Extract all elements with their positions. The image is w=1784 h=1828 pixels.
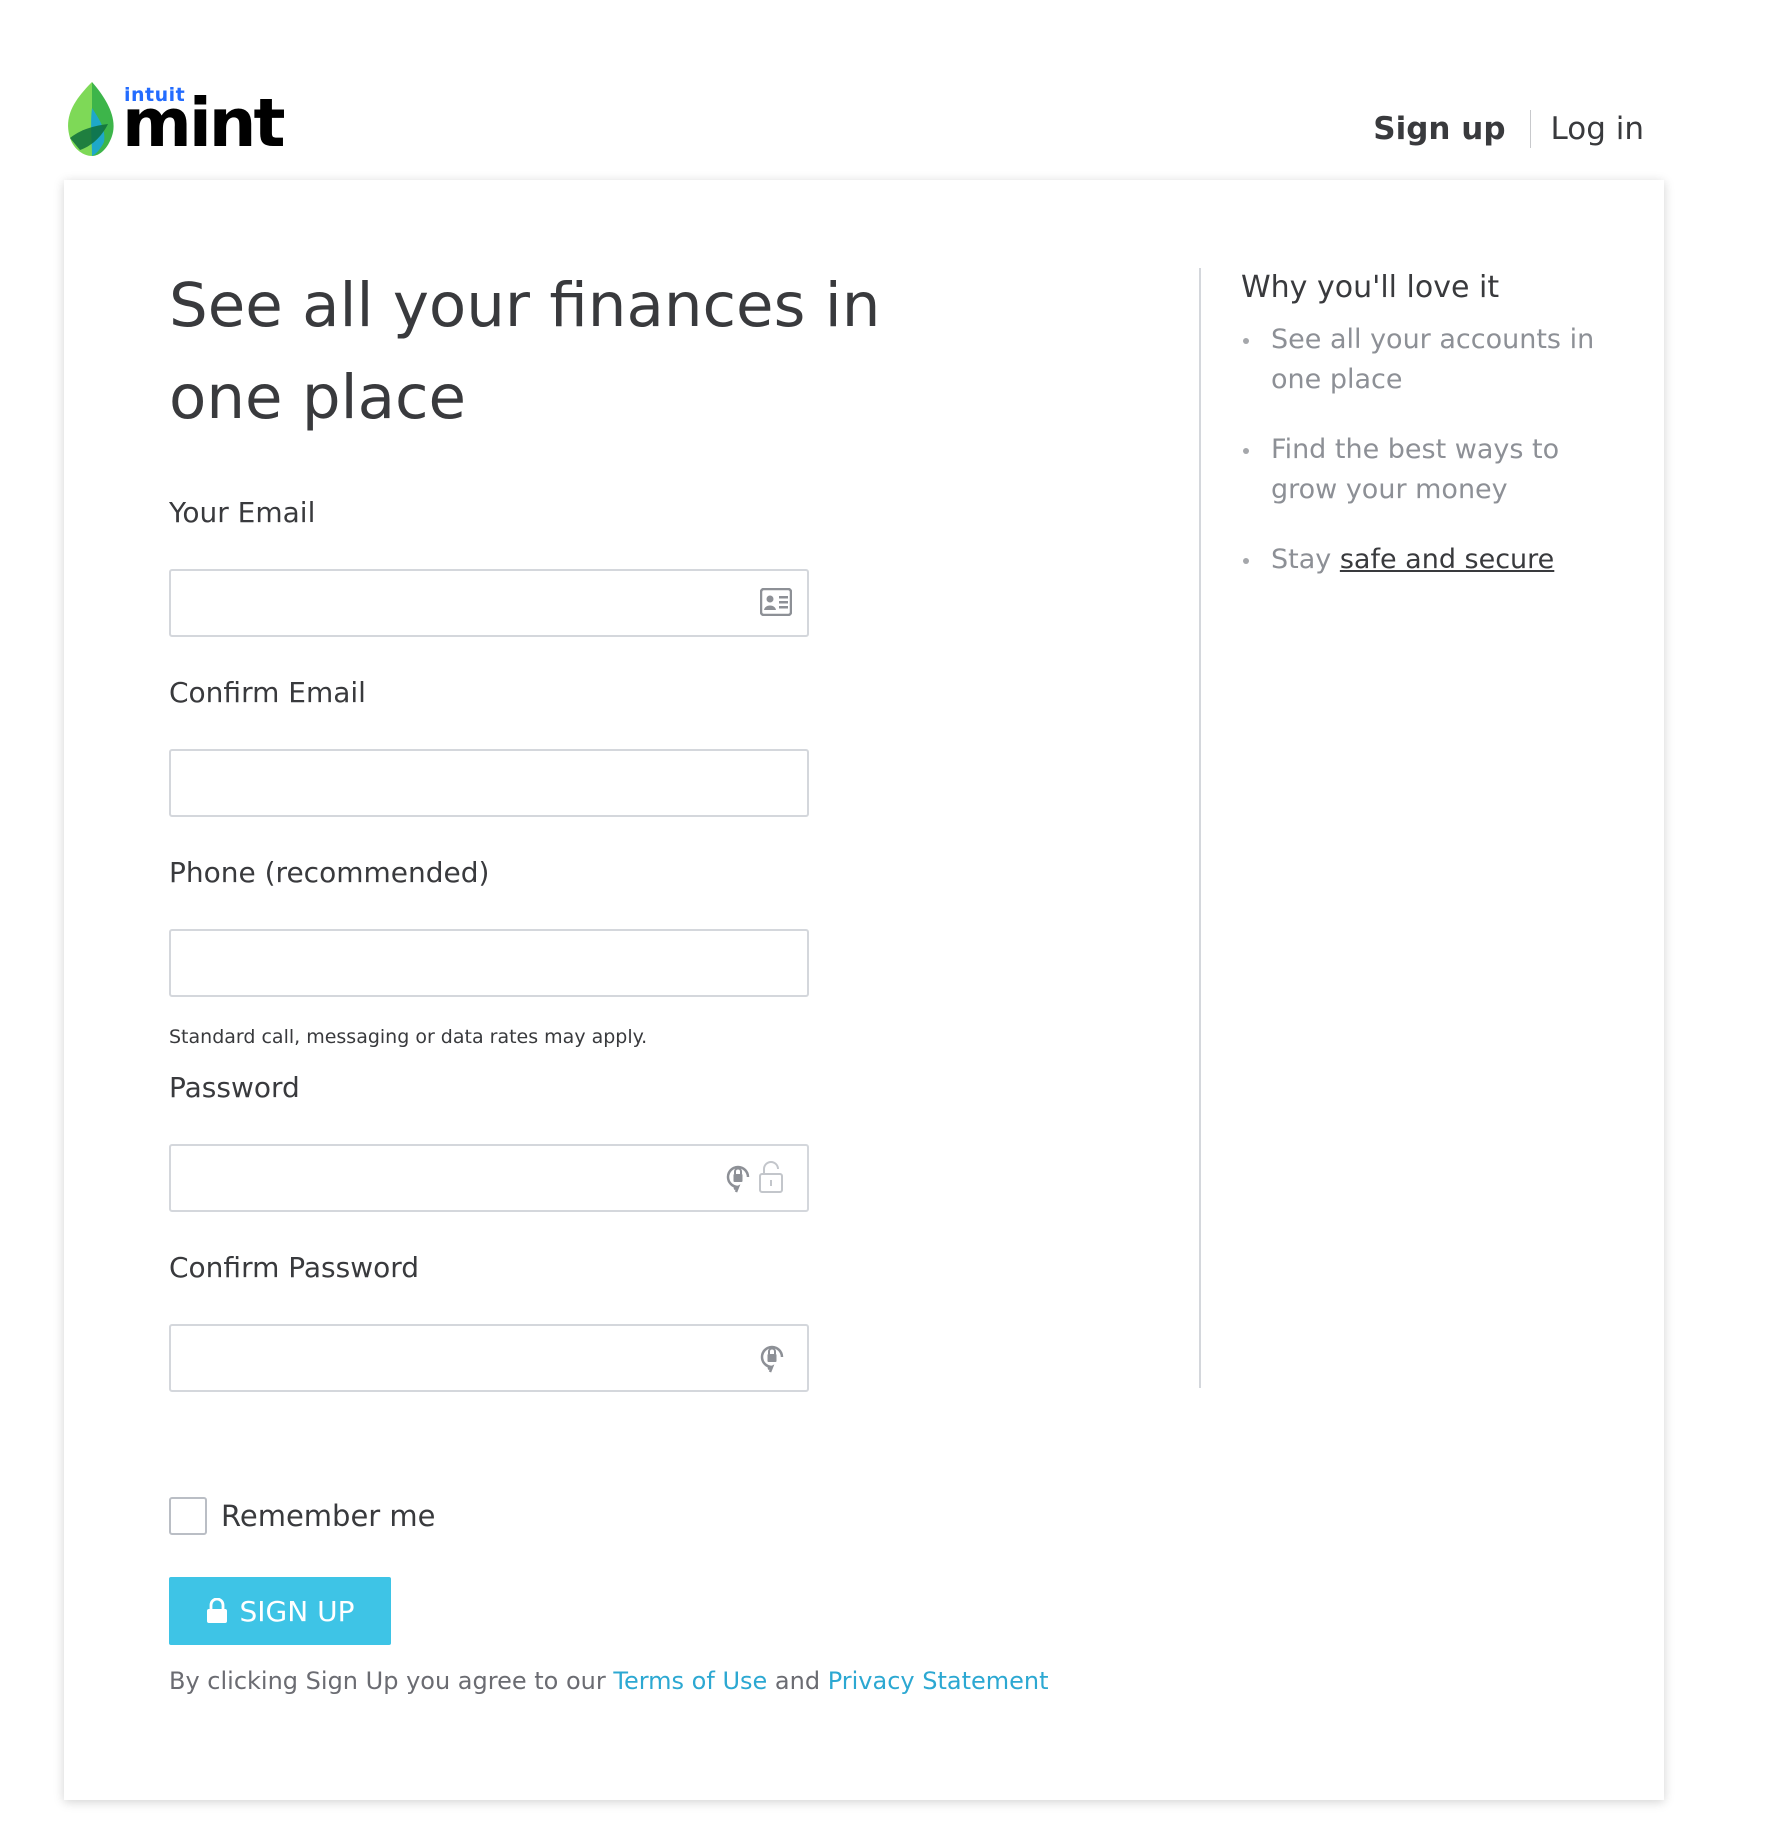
terms-of-use-link[interactable]: Terms of Use — [613, 1667, 767, 1695]
phone-helper-text: Standard call, messaging or data rates m… — [169, 1026, 648, 1048]
panel-divider — [1199, 268, 1201, 1388]
phone-field[interactable] — [169, 929, 809, 997]
legal-prefix: By clicking Sign Up you agree to our — [169, 1667, 606, 1695]
confirm-password-label: Confirm Password — [169, 1251, 420, 1284]
mint-logo[interactable]: intuit mint — [62, 80, 286, 160]
signup-card: See all your finances in one place Your … — [64, 180, 1664, 1800]
sign-up-button-label: SIGN UP — [239, 1594, 355, 1628]
legal-text: By clicking Sign Up you agree to our Ter… — [169, 1667, 1049, 1695]
nav-signup-link[interactable]: Sign up — [1373, 111, 1505, 147]
password-field[interactable] — [169, 1144, 809, 1212]
list-item: Find the best ways to grow your money — [1241, 430, 1601, 510]
phone-label: Phone (recommended) — [169, 856, 490, 889]
confirm-password-field[interactable] — [169, 1324, 809, 1392]
safe-and-secure-link[interactable]: safe and secure — [1340, 544, 1554, 575]
confirm-email-field[interactable] — [169, 749, 809, 817]
padlock-icon — [206, 1598, 227, 1623]
sign-up-button[interactable]: SIGN UP — [169, 1577, 391, 1645]
mint-wordmark: mint — [122, 84, 286, 162]
privacy-statement-link[interactable]: Privacy Statement — [828, 1667, 1049, 1695]
page-title: See all your finances in one place — [169, 270, 881, 433]
remember-me-checkbox[interactable] — [169, 1497, 207, 1535]
list-item: Stay safe and secure — [1241, 540, 1601, 580]
email-field[interactable] — [169, 569, 809, 637]
contact-card-icon[interactable] — [760, 588, 792, 616]
legal-and: and — [774, 1667, 821, 1695]
remember-me-label[interactable]: Remember me — [221, 1497, 436, 1535]
list-item-text: Stay — [1271, 544, 1332, 575]
top-nav: Sign up Log in — [1373, 110, 1644, 148]
key-refresh-icon[interactable] — [724, 1163, 752, 1195]
nav-divider — [1529, 110, 1531, 148]
sidebar-title: Why you'll love it — [1241, 270, 1500, 305]
benefits-list: See all your accounts in one place Find … — [1241, 320, 1601, 610]
padlock-icon[interactable] — [758, 1160, 784, 1194]
key-refresh-icon[interactable] — [758, 1343, 786, 1375]
confirm-email-label: Confirm Email — [169, 676, 366, 709]
nav-login-link[interactable]: Log in — [1551, 111, 1644, 147]
email-label: Your Email — [169, 496, 316, 529]
leaf-icon — [68, 82, 114, 156]
list-item: See all your accounts in one place — [1241, 320, 1601, 400]
password-label: Password — [169, 1071, 300, 1104]
